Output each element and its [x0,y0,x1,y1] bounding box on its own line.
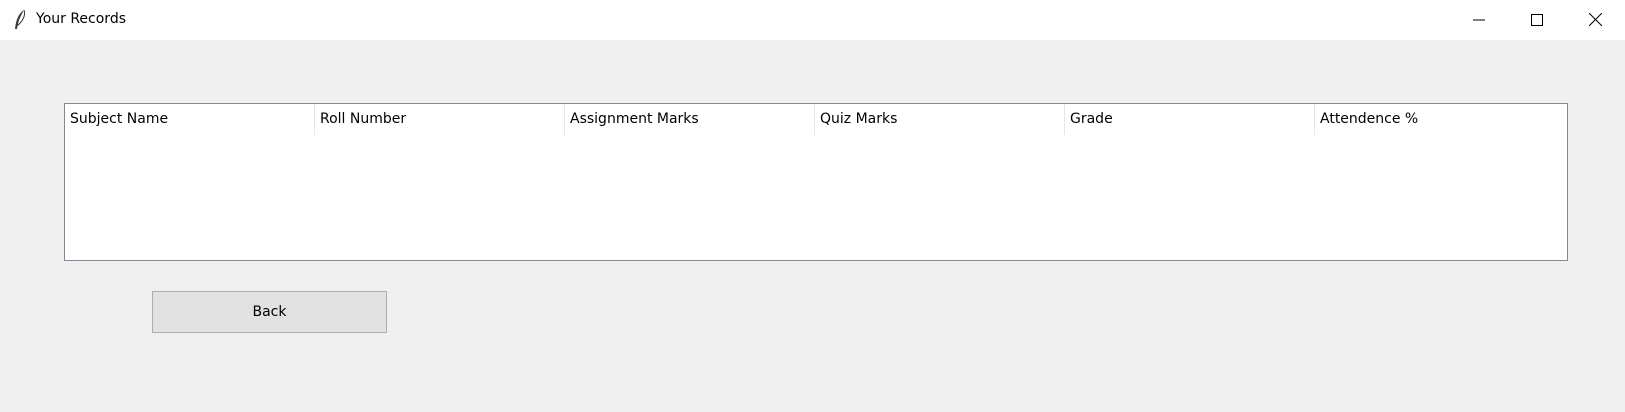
maximize-icon [1531,11,1543,30]
column-header-quiz-marks[interactable]: Quiz Marks [815,104,1065,135]
minimize-icon [1473,11,1485,30]
minimize-button[interactable] [1450,0,1508,40]
title-bar[interactable]: Your Records [0,0,1625,40]
window-title: Your Records [36,11,127,27]
table-header: Subject Name Roll Number Assignment Mark… [65,104,1567,135]
back-button[interactable]: Back [152,291,387,333]
column-header-grade[interactable]: Grade [1065,104,1315,135]
maximize-button[interactable] [1508,0,1566,40]
records-window: Your Records Subject Name Roll Number As… [0,0,1625,412]
feather-icon [12,9,28,31]
column-header-assignment-marks[interactable]: Assignment Marks [565,104,815,135]
close-icon [1588,11,1602,30]
close-button[interactable] [1566,0,1624,40]
column-header-subject-name[interactable]: Subject Name [65,104,315,135]
column-header-attendence[interactable]: Attendence % [1315,104,1567,135]
column-header-roll-number[interactable]: Roll Number [315,104,565,135]
records-table[interactable]: Subject Name Roll Number Assignment Mark… [64,103,1568,261]
